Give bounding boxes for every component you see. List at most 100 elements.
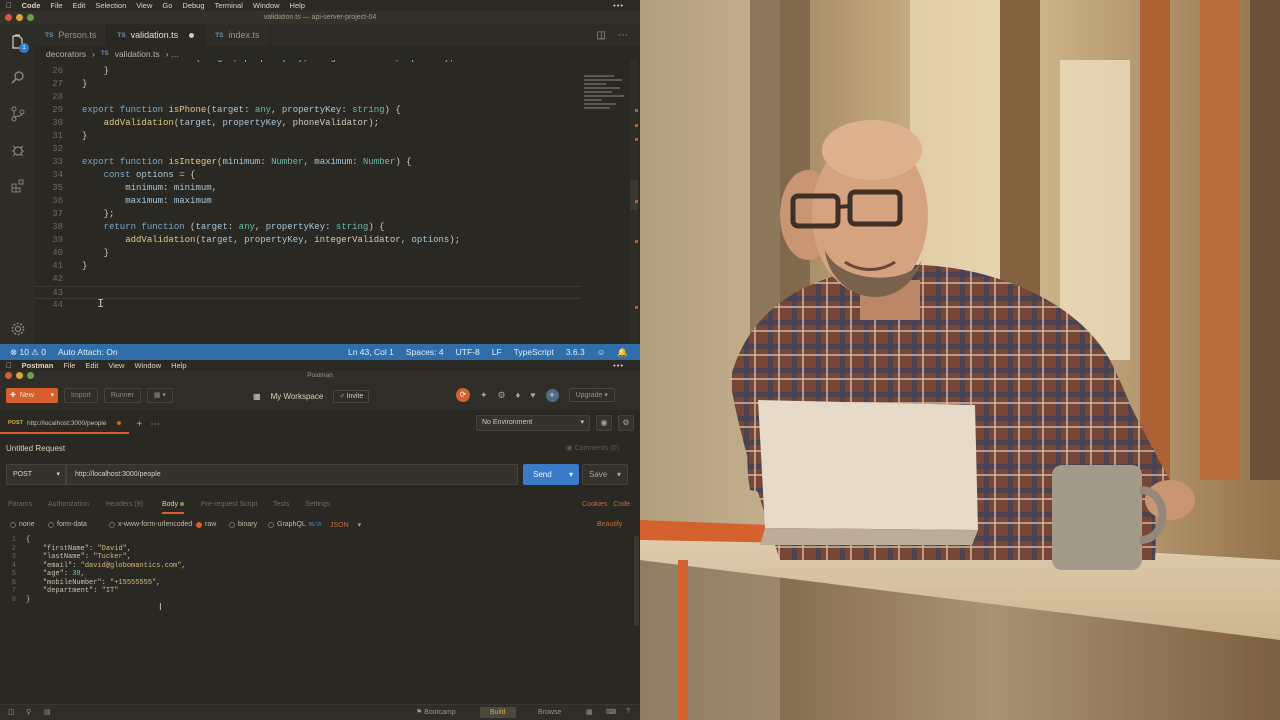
add-tab-icon[interactable]: +: [137, 419, 143, 430]
cursor-position[interactable]: Ln 43, Col 1: [348, 347, 394, 358]
code-line[interactable]: 43: [35, 286, 580, 299]
line-number[interactable]: 30: [35, 117, 63, 130]
language-mode[interactable]: TypeScript: [514, 347, 554, 358]
code-text[interactable]: addValidation(target, propertyKey, integ…: [82, 234, 460, 247]
code-line[interactable]: 30 addValidation(target, propertyKey, ph…: [35, 117, 580, 130]
code-link[interactable]: Code: [613, 501, 630, 508]
encoding-setting[interactable]: UTF-8: [456, 347, 480, 358]
indentation-setting[interactable]: Spaces: 4: [406, 347, 444, 358]
method-select[interactable]: POST ▾: [6, 464, 66, 485]
code-text[interactable]: maximum: maximum: [82, 195, 211, 208]
code-text[interactable]: minimum: minimum,: [82, 182, 217, 195]
body-line[interactable]: 8}: [0, 596, 634, 605]
code-line[interactable]: 31}: [35, 130, 580, 143]
body-mode-graphql[interactable]: GraphQL BETA: [268, 521, 322, 528]
code-text[interactable]: }: [82, 130, 87, 143]
code-text[interactable]: }: [82, 247, 109, 260]
minimize-window-button[interactable]: [16, 14, 23, 21]
code-text[interactable]: export function isPhone(target: any, pro…: [82, 104, 401, 117]
code-text[interactable]: export function isInteger(minimum: Numbe…: [82, 156, 412, 169]
environment-select[interactable]: No Environment ▾: [476, 415, 590, 431]
tab-validation-ts[interactable]: TS validation.ts: [107, 24, 206, 46]
menu-help[interactable]: Help: [290, 1, 305, 10]
zoom-window-button[interactable]: [27, 372, 34, 379]
unsaved-dot-icon[interactable]: [189, 32, 195, 38]
manage-environments-gear-icon[interactable]: ⚙: [618, 415, 634, 431]
code-line[interactable]: 34 const options = {: [35, 169, 580, 182]
code-text[interactable]: const options = {: [82, 169, 196, 182]
cookies-link[interactable]: Cookies: [582, 501, 607, 508]
comments-link[interactable]: ▣ Comments (0): [566, 444, 619, 452]
more-actions-icon[interactable]: ⋯: [618, 30, 628, 41]
upgrade-button[interactable]: Upgrade ▾: [568, 388, 615, 402]
line-number[interactable]: 42: [35, 273, 63, 286]
tab-person-ts[interactable]: TS Person.ts: [35, 24, 108, 46]
code-text[interactable]: }: [82, 260, 87, 273]
menu-terminal[interactable]: Terminal: [215, 1, 243, 10]
explorer-icon[interactable]: 1: [0, 24, 35, 60]
tab-headers[interactable]: Headers (9): [106, 501, 143, 508]
two-pane-icon[interactable]: ▦: [586, 708, 593, 716]
request-name[interactable]: Untitled Request: [6, 444, 65, 453]
add-plus-icon[interactable]: +: [545, 388, 559, 402]
breadcrumb-folder[interactable]: decorators: [46, 49, 86, 59]
browse-mode-button[interactable]: Browse: [528, 707, 571, 718]
minimap[interactable]: [582, 73, 630, 115]
close-window-button[interactable]: [5, 372, 12, 379]
close-window-button[interactable]: [5, 14, 12, 21]
body-mode-urlencoded[interactable]: x-www-form-urlencoded: [109, 521, 192, 528]
code-text[interactable]: }: [82, 65, 109, 78]
code-text[interactable]: addValidation(target, propertyKey, phone…: [82, 117, 379, 130]
line-number[interactable]: 33: [35, 156, 63, 169]
auto-attach-toggle[interactable]: Auto Attach: On: [58, 347, 118, 357]
debug-icon[interactable]: [0, 132, 35, 168]
tab-pre-request-script[interactable]: Pre-request Script: [201, 501, 257, 508]
menu-edit[interactable]: Edit: [72, 1, 85, 10]
eol-setting[interactable]: LF: [492, 347, 502, 358]
split-editor-icon[interactable]: ◫: [597, 30, 606, 41]
import-button[interactable]: Import: [64, 387, 98, 403]
raw-format-select[interactable]: JSON ▾: [330, 521, 361, 530]
body-scrollbar[interactable]: [634, 536, 639, 626]
sync-icon[interactable]: ⟳: [456, 388, 470, 402]
menu-window[interactable]: Window: [253, 1, 280, 10]
heart-icon[interactable]: ♥: [530, 390, 535, 400]
line-number[interactable]: 35: [35, 182, 63, 195]
feedback-smiley-icon[interactable]: ☺: [597, 347, 606, 358]
request-tab[interactable]: POST http://localhost:3000/people: [0, 414, 129, 434]
new-button[interactable]: ✚ New ▾: [6, 387, 58, 403]
body-mode-form-data[interactable]: form-data: [48, 521, 87, 528]
menubar-extras[interactable]: •••: [613, 1, 624, 10]
breadcrumb-file[interactable]: validation.ts: [115, 49, 160, 59]
line-number[interactable]: 29: [35, 104, 63, 117]
environment-quicklook-eye-icon[interactable]: ◉: [596, 415, 612, 431]
code-line[interactable]: 33 export function isInteger(minimum: Num…: [35, 156, 580, 169]
search-icon[interactable]: [0, 60, 35, 96]
help-icon[interactable]: ?: [626, 708, 630, 715]
menu-debug[interactable]: Debug: [182, 1, 204, 10]
menu-selection[interactable]: Selection: [95, 1, 126, 10]
interceptor-icon[interactable]: ✦: [480, 390, 488, 401]
menu-file[interactable]: File: [63, 361, 75, 370]
apple-icon[interactable]: : [6, 1, 12, 10]
line-number[interactable]: 36: [35, 195, 63, 208]
line-number[interactable]: 32: [35, 143, 63, 156]
code-line[interactable]: 26 }: [35, 65, 580, 78]
problems-indicator[interactable]: ⊗ 10 ⚠ 0: [10, 347, 46, 358]
body-mode-none[interactable]: none: [10, 521, 35, 528]
code-text[interactable]: }: [82, 78, 87, 91]
wrench-icon[interactable]: ⚙: [498, 390, 506, 401]
request-body-editor[interactable]: 1{2 "firstName": "David", 3 "lastName": "…: [0, 536, 634, 686]
menu-edit[interactable]: Edit: [85, 361, 98, 370]
line-number[interactable]: 40: [35, 247, 63, 260]
menu-go[interactable]: Go: [162, 1, 172, 10]
code-text[interactable]: return function (target: any, propertyKe…: [82, 221, 385, 234]
url-input[interactable]: http://localhost:3000/people: [66, 464, 518, 485]
line-number[interactable]: 26: [35, 65, 63, 78]
apple-icon[interactable]: : [6, 361, 12, 370]
tab-index-ts[interactable]: TS index.ts: [205, 24, 271, 46]
tab-settings[interactable]: Settings: [305, 501, 330, 508]
code-line[interactable]: 36 maximum: maximum: [35, 195, 580, 208]
tab-tests[interactable]: Tests: [273, 501, 289, 508]
workspace-name[interactable]: My Workspace: [271, 392, 324, 401]
